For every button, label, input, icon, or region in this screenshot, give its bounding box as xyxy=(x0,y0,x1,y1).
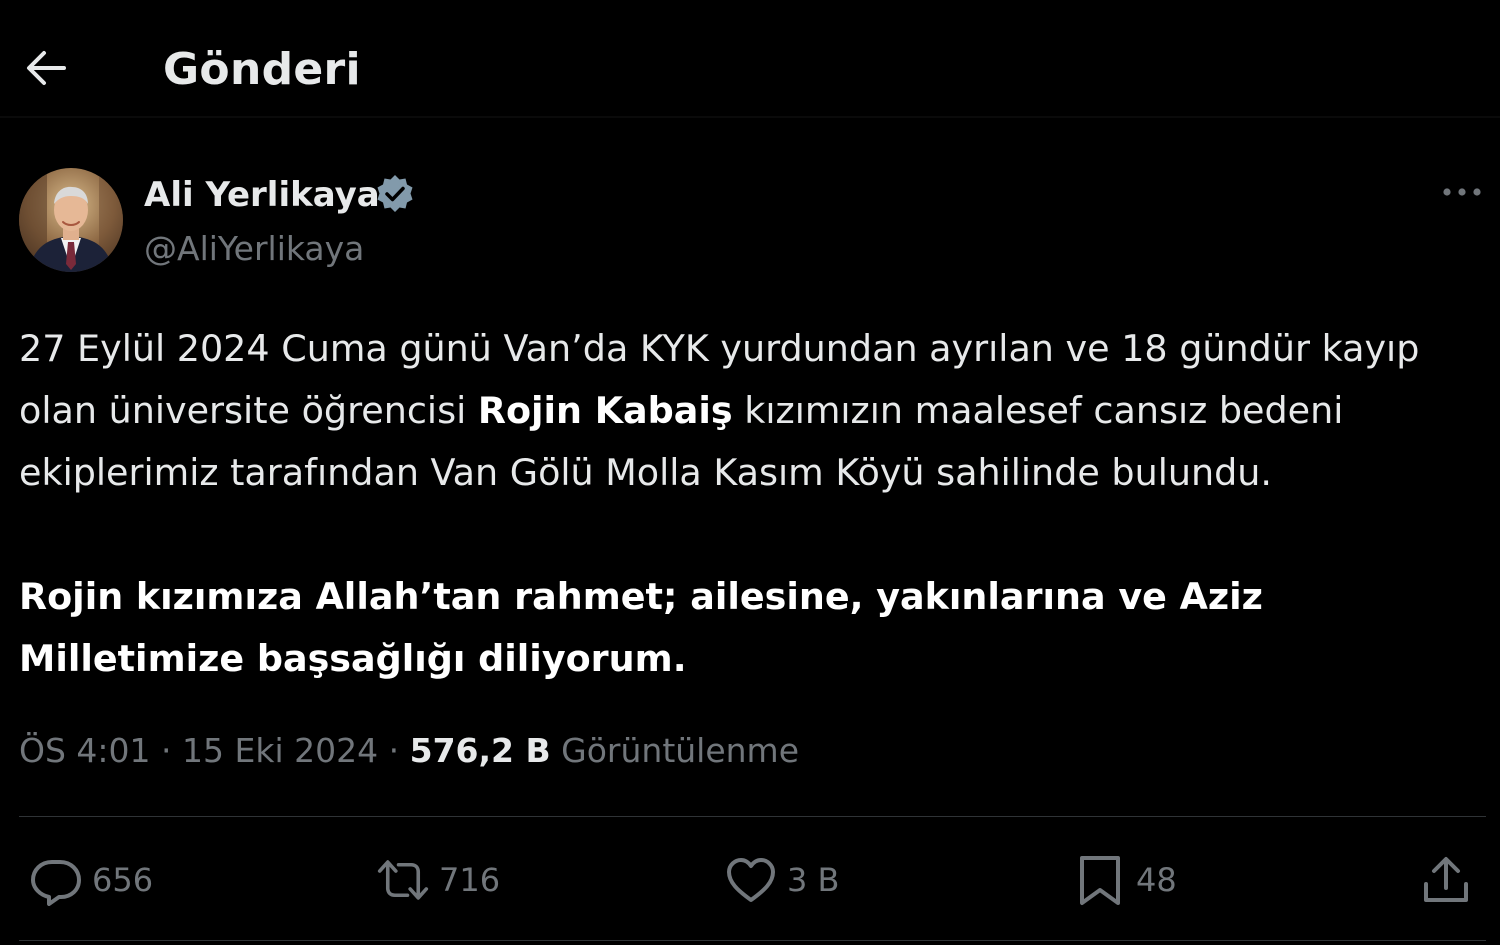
tweet-time[interactable]: ÖS 4:01 xyxy=(19,731,151,770)
meta-separator: · xyxy=(161,731,172,770)
bookmark-count: 48 xyxy=(1136,861,1177,899)
like-button[interactable]: 3 B xyxy=(725,852,839,908)
arrow-left-icon xyxy=(27,51,66,85)
action-divider xyxy=(19,816,1486,817)
tweet-date[interactable]: 15 Eki 2024 xyxy=(182,731,378,770)
more-options-button[interactable] xyxy=(1436,172,1488,212)
tweet-meta: ÖS 4:01 · 15 Eki 2024 · 576,2 B Görüntül… xyxy=(19,726,799,776)
author-name[interactable]: Ali Yerlikaya xyxy=(144,173,380,217)
header-divider xyxy=(0,116,1500,118)
verified-badge-icon xyxy=(373,172,417,216)
page-title: Gönderi xyxy=(163,44,361,95)
share-button[interactable] xyxy=(1420,852,1472,908)
tweet-text: 27 Eylül 2024 Cuma günü Van’da KYK yurdu… xyxy=(19,318,1489,690)
reply-count: 656 xyxy=(92,861,154,899)
bookmark-icon xyxy=(1074,854,1126,906)
reply-icon xyxy=(30,854,82,906)
views-count: 576,2 B xyxy=(409,731,551,770)
tweet-text-bold-name: Rojin Kabaiş xyxy=(477,389,733,432)
retweet-icon xyxy=(377,854,429,906)
top-bar: Gönderi xyxy=(0,0,1500,118)
heart-icon xyxy=(725,854,777,906)
share-icon xyxy=(1420,854,1472,906)
back-button[interactable] xyxy=(18,44,74,92)
more-horizontal-icon xyxy=(1443,188,1481,196)
retweet-button[interactable]: 716 xyxy=(377,852,500,908)
avatar[interactable] xyxy=(19,168,123,272)
reply-button[interactable]: 656 xyxy=(30,852,153,908)
meta-separator: · xyxy=(388,731,400,770)
tweet-text-condolence: Rojin kızımıza Allah’tan rahmet; ailesin… xyxy=(19,575,1276,680)
author-handle[interactable]: @AliYerlikaya xyxy=(144,228,364,270)
retweet-count: 716 xyxy=(439,861,501,899)
bookmark-button[interactable]: 48 xyxy=(1074,852,1177,908)
like-count: 3 B xyxy=(787,861,840,899)
profile-photo xyxy=(19,168,123,272)
bottom-divider xyxy=(19,940,1486,941)
views-label: Görüntülenme xyxy=(561,731,800,770)
